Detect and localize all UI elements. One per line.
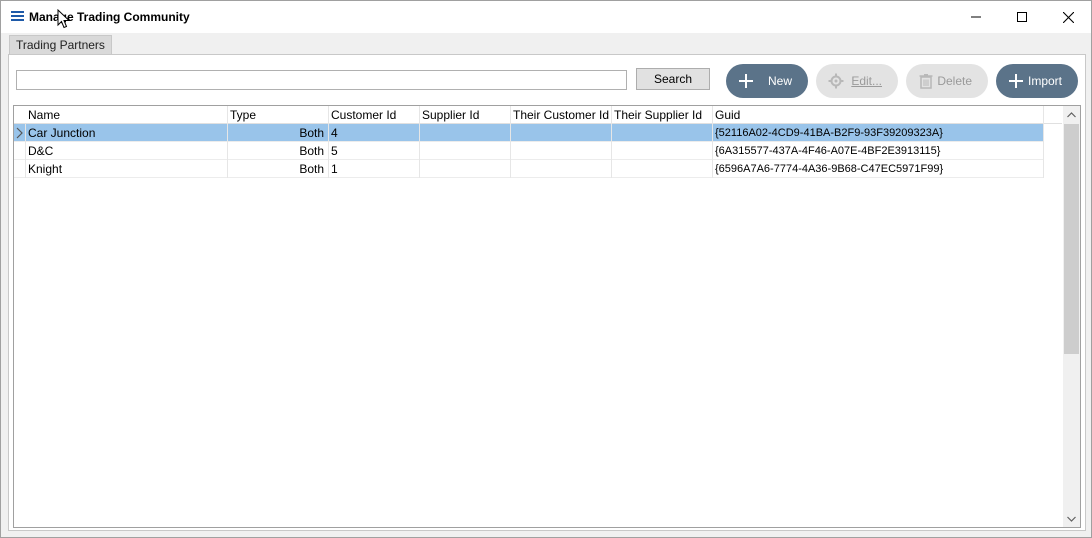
cell-name[interactable]: Knight xyxy=(26,160,228,178)
scroll-thumb[interactable] xyxy=(1064,124,1079,354)
trading-partners-grid[interactable]: Name Type Customer Id Supplier Id Their … xyxy=(13,105,1081,528)
chevron-right-icon xyxy=(16,127,23,139)
close-button[interactable] xyxy=(1045,1,1091,33)
cell-supplier-id[interactable] xyxy=(420,160,511,178)
cell-customer-id[interactable]: 5 xyxy=(329,142,420,160)
delete-button-label: Delete xyxy=(937,74,972,88)
row-indicator xyxy=(14,124,26,142)
menu-icon[interactable] xyxy=(11,11,24,22)
new-button[interactable]: New xyxy=(726,64,808,98)
column-header-guid[interactable]: Guid xyxy=(713,106,1044,124)
cell-their-customer-id[interactable] xyxy=(511,124,612,142)
search-input[interactable] xyxy=(16,70,627,90)
cell-guid[interactable]: {52116A02-4CD9-41BA-B2F9-93F39209323A} xyxy=(713,124,1044,142)
tab-trading-partners[interactable]: Trading Partners xyxy=(9,35,112,55)
main-window: Manage Trading Community Trading Partner… xyxy=(0,0,1092,538)
plus-icon xyxy=(1009,74,1023,88)
tab-content: Search New Edit... Delete Import Name Ty… xyxy=(8,54,1086,531)
column-header-type[interactable]: Type xyxy=(228,106,329,124)
row-indicator xyxy=(14,160,26,178)
column-header-their-supplier-id[interactable]: Their Supplier Id xyxy=(612,106,713,124)
chevron-up-icon xyxy=(1067,111,1076,117)
maximize-icon xyxy=(1017,12,1027,22)
cell-their-supplier-id[interactable] xyxy=(612,124,713,142)
cell-guid[interactable]: {6A315577-437A-4F46-A07E-4BF2E3913115} xyxy=(713,142,1044,160)
table-row[interactable]: D&C Both 5 {6A315577-437A-4F46-A07E-4BF2… xyxy=(14,142,1044,160)
title-bar[interactable]: Manage Trading Community xyxy=(1,1,1091,33)
cell-type[interactable]: Both xyxy=(228,160,329,178)
plus-icon xyxy=(739,74,753,88)
column-header-their-customer-id[interactable]: Their Customer Id xyxy=(511,106,612,124)
grid-header: Name Type Customer Id Supplier Id Their … xyxy=(14,106,1062,124)
delete-button[interactable]: Delete xyxy=(906,64,988,98)
cell-supplier-id[interactable] xyxy=(420,124,511,142)
import-button[interactable]: Import xyxy=(996,64,1078,98)
cell-type[interactable]: Both xyxy=(228,124,329,142)
tab-strip: Trading Partners xyxy=(1,33,1091,55)
table-row[interactable]: Car Junction Both 4 {52116A02-4CD9-41BA-… xyxy=(14,124,1044,142)
import-button-label: Import xyxy=(1027,74,1062,88)
trash-icon xyxy=(919,74,933,89)
window-title: Manage Trading Community xyxy=(29,10,190,24)
gear-icon xyxy=(828,73,844,89)
cell-type[interactable]: Both xyxy=(228,142,329,160)
cell-their-customer-id[interactable] xyxy=(511,160,612,178)
cell-name[interactable]: Car Junction xyxy=(26,124,228,142)
cell-their-supplier-id[interactable] xyxy=(612,160,713,178)
new-button-label: New xyxy=(767,74,792,88)
maximize-button[interactable] xyxy=(999,1,1045,33)
cell-supplier-id[interactable] xyxy=(420,142,511,160)
edit-button-label: Edit... xyxy=(851,74,882,88)
close-icon xyxy=(1062,11,1074,23)
cell-customer-id[interactable]: 4 xyxy=(329,124,420,142)
cell-their-customer-id[interactable] xyxy=(511,142,612,160)
minimize-button[interactable] xyxy=(953,1,999,33)
mouse-cursor-icon xyxy=(57,9,71,29)
scroll-down-button[interactable] xyxy=(1063,510,1080,527)
scroll-up-button[interactable] xyxy=(1063,106,1080,123)
edit-button[interactable]: Edit... xyxy=(816,64,898,98)
search-button[interactable]: Search xyxy=(636,68,710,90)
vertical-scrollbar[interactable] xyxy=(1063,106,1080,527)
column-header-customer-id[interactable]: Customer Id xyxy=(329,106,420,124)
cell-guid[interactable]: {6596A7A6-7774-4A36-9B68-C47EC5971F99} xyxy=(713,160,1044,178)
column-header-supplier-id[interactable]: Supplier Id xyxy=(420,106,511,124)
row-indicator xyxy=(14,142,26,160)
column-header-name[interactable]: Name xyxy=(26,106,228,124)
table-row[interactable]: Knight Both 1 {6596A7A6-7774-4A36-9B68-C… xyxy=(14,160,1044,178)
chevron-down-icon xyxy=(1067,516,1076,522)
cell-name[interactable]: D&C xyxy=(26,142,228,160)
cell-customer-id[interactable]: 1 xyxy=(329,160,420,178)
minimize-icon xyxy=(971,16,981,18)
cell-their-supplier-id[interactable] xyxy=(612,142,713,160)
